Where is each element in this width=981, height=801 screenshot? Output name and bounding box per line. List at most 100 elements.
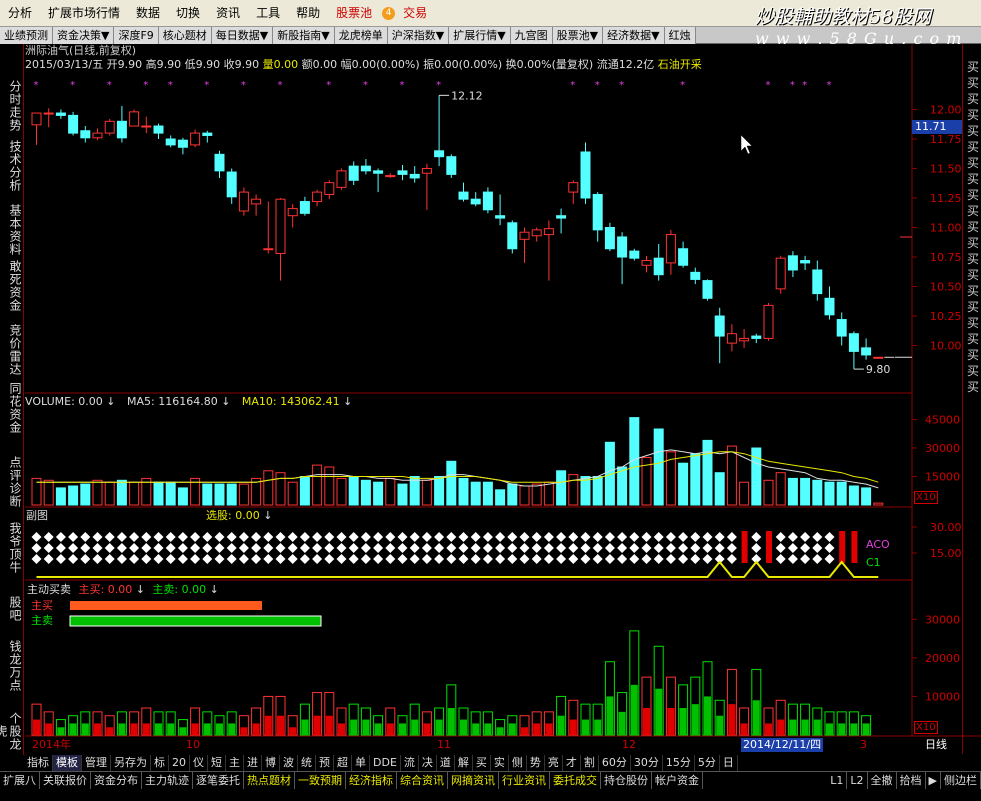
flow-panel-header: 主动买卖 主买: 0.00 ↓ 主卖: 0.00 ↓ xyxy=(27,583,219,596)
sub-diamond-7-1 xyxy=(116,543,127,553)
candle-body-19 xyxy=(263,248,274,251)
status-tab-4[interactable]: 逐笔委托 xyxy=(193,772,244,789)
candle-body-31 xyxy=(409,173,420,179)
indicator-tab-10[interactable]: 博 xyxy=(262,754,280,771)
status-tab-14[interactable]: L1 xyxy=(827,772,848,789)
sub-diamond-59-0 xyxy=(751,532,762,542)
indicator-tab-14[interactable]: 超 xyxy=(334,754,352,771)
sub-diamond-13-1 xyxy=(190,543,201,553)
status-tab-5[interactable]: 热点题材 xyxy=(244,772,295,789)
indicator-tab-1[interactable]: 模板 xyxy=(53,754,82,771)
indicator-tab-11[interactable]: 波 xyxy=(280,754,298,771)
sub-diamond-0-1 xyxy=(31,543,42,553)
indicator-tab-3[interactable]: 另存为 xyxy=(111,754,151,771)
flow-inner-bar-23 xyxy=(313,715,321,735)
indicator-tab-15[interactable]: 单 xyxy=(352,754,370,771)
indicator-tab-12[interactable]: 统 xyxy=(298,754,316,771)
flow-inner-bar-50 xyxy=(643,708,650,735)
sub-diamond-26-2 xyxy=(348,554,359,564)
flow-multiplier: X10 xyxy=(914,721,938,734)
sub-diamond-45-1 xyxy=(580,543,591,553)
sub-diamond-14-2 xyxy=(202,554,213,564)
indicator-tab-5[interactable]: 20 xyxy=(169,754,190,771)
indicator-tab-8[interactable]: 主 xyxy=(226,754,244,771)
status-tab-6[interactable]: 一致预期 xyxy=(295,772,346,789)
candle-body-22 xyxy=(299,201,310,214)
sub-diamond-51-1 xyxy=(653,543,664,553)
volume-bar-33 xyxy=(434,476,445,506)
status-tab-8[interactable]: 综合资讯 xyxy=(397,772,448,789)
status-tab-12[interactable]: 持仓股份 xyxy=(601,772,652,789)
volume-bar-61 xyxy=(775,472,786,506)
status-tab-11[interactable]: 委托成交 xyxy=(550,772,601,789)
status-tab-15[interactable]: L2 xyxy=(847,772,868,789)
candle-body-39 xyxy=(507,222,518,250)
indicator-tab-32[interactable]: 日 xyxy=(720,754,738,771)
volume-bar-55 xyxy=(702,439,713,506)
indicator-tab-20[interactable]: 解 xyxy=(455,754,473,771)
indicator-tab-0[interactable]: 指标 xyxy=(24,754,53,771)
volume-bar-24 xyxy=(324,466,335,506)
sub-legend-c1: C1 xyxy=(866,556,881,569)
status-tab-3[interactable]: 主力轨迹 xyxy=(142,772,193,789)
candle-body-27 xyxy=(360,165,371,172)
period-label[interactable]: 日线 xyxy=(925,738,947,752)
status-tab-17[interactable]: 拾档 xyxy=(897,772,926,789)
indicator-tab-21[interactable]: 买 xyxy=(473,754,491,771)
indicator-tab-2[interactable]: 管理 xyxy=(82,754,111,771)
status-tab-7[interactable]: 经济指标 xyxy=(346,772,397,789)
indicator-tab-19[interactable]: 道 xyxy=(437,754,455,771)
indicator-tab-31[interactable]: 5分 xyxy=(695,754,720,771)
sub-diamond-25-2 xyxy=(336,554,347,564)
sub-diamond-26-0 xyxy=(348,532,359,542)
indicator-tab-27[interactable]: 割 xyxy=(581,754,599,771)
status-tab-18[interactable]: ▶ xyxy=(926,772,941,789)
indicator-tab-25[interactable]: 亮 xyxy=(545,754,563,771)
sub-diamond-1-2 xyxy=(43,554,54,564)
status-tab-19[interactable]: 侧边栏 xyxy=(941,772,981,789)
status-tab-10[interactable]: 行业资讯 xyxy=(499,772,550,789)
indicator-tab-17[interactable]: 流 xyxy=(401,754,419,771)
sub-diamond-50-0 xyxy=(641,532,652,542)
indicator-tab-9[interactable]: 进 xyxy=(244,754,262,771)
indicator-tab-30[interactable]: 15分 xyxy=(663,754,695,771)
sub-diamond-19-2 xyxy=(263,554,274,564)
indicator-tab-29[interactable]: 30分 xyxy=(631,754,663,771)
indicator-tab-24[interactable]: 势 xyxy=(527,754,545,771)
indicator-tab-23[interactable]: 侧 xyxy=(509,754,527,771)
status-tab-16[interactable]: 全撤 xyxy=(868,772,897,789)
indicator-tab-18[interactable]: 决 xyxy=(419,754,437,771)
volume-bar-35 xyxy=(458,477,469,506)
status-tab-9[interactable]: 网摘资讯 xyxy=(448,772,499,789)
status-tab-1[interactable]: 关联报价 xyxy=(40,772,91,789)
indicator-tab-16[interactable]: DDE xyxy=(370,754,401,771)
flow-inner-bar-30 xyxy=(399,723,406,735)
status-tab-2[interactable]: 资金分布 xyxy=(91,772,142,789)
indicator-tab-7[interactable]: 短 xyxy=(208,754,226,771)
candle-body-68 xyxy=(861,347,872,356)
volume-bar-20 xyxy=(275,472,286,506)
indicator-tab-6[interactable]: 仪 xyxy=(190,754,208,771)
flow-inner-bar-44 xyxy=(569,719,577,735)
sub-diamond-19-1 xyxy=(263,543,274,553)
flow-sell-value: 主卖: 0.00 xyxy=(152,583,207,596)
sub-diamond-61-2 xyxy=(775,554,786,564)
flow-inner-bar-54 xyxy=(691,704,699,735)
indicator-tab-26[interactable]: 才 xyxy=(563,754,581,771)
candle-body-69 xyxy=(873,356,884,359)
indicator-tab-4[interactable]: 标 xyxy=(151,754,169,771)
indicator-tab-28[interactable]: 60分 xyxy=(599,754,631,771)
volume-bar-48 xyxy=(617,466,628,506)
sub-diamond-43-1 xyxy=(556,543,567,553)
indicator-tab-13[interactable]: 预 xyxy=(316,754,334,771)
sub-diamond-42-0 xyxy=(543,532,554,542)
sub-diamond-13-0 xyxy=(190,532,201,542)
indicator-tab-22[interactable]: 实 xyxy=(491,754,509,771)
sub-diamond-64-1 xyxy=(812,543,823,553)
sub-diamond-13-2 xyxy=(190,554,201,564)
status-tab-13[interactable]: 帐户资金 xyxy=(652,772,703,789)
status-tab-0[interactable]: 扩展八 xyxy=(0,772,40,789)
sub-diamond-29-1 xyxy=(385,543,396,553)
signal-mark-4: * xyxy=(168,80,173,91)
flow-inner-bar-28 xyxy=(374,723,382,735)
